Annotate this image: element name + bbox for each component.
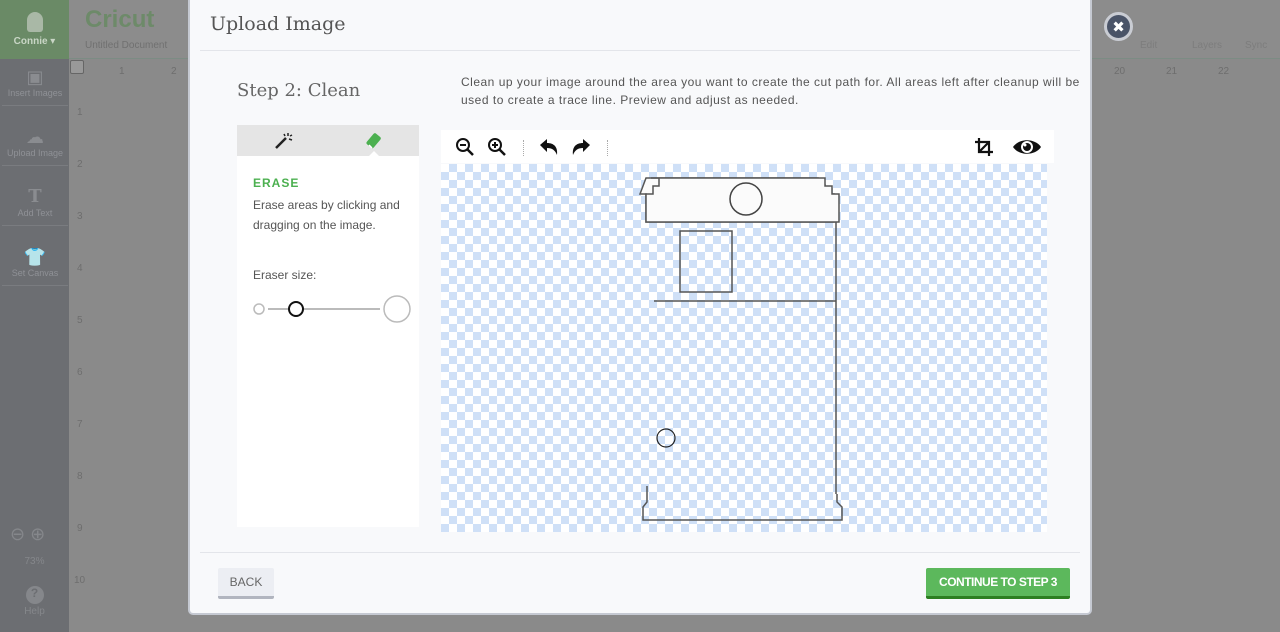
min-size-icon	[253, 303, 265, 315]
divider	[200, 552, 1080, 553]
toolbar-separator	[607, 140, 608, 156]
ruler-label: 4	[77, 263, 83, 274]
cricut-logo: Cricut	[85, 6, 155, 33]
redo-icon	[572, 139, 590, 155]
max-size-icon	[383, 295, 411, 323]
zoom-out-icon[interactable]: ⊖	[10, 524, 25, 544]
preview-eye-icon	[1013, 140, 1041, 154]
ruler-label: 1	[119, 66, 125, 77]
ruler-label: 1	[77, 107, 83, 118]
image-icon: ▣	[26, 67, 44, 87]
tool-panel: ERASE Erase areas by clicking and draggi…	[237, 125, 419, 527]
cloud-upload-icon: ☁	[26, 127, 44, 147]
magic-wand-icon	[274, 132, 292, 149]
slider-knob[interactable]	[288, 301, 304, 317]
user-icon	[26, 12, 43, 32]
image-canvas[interactable]	[441, 164, 1047, 532]
crop-icon	[975, 138, 993, 156]
ruler-label: 9	[77, 523, 83, 534]
label: Insert Images	[7, 88, 63, 98]
sync-button[interactable]: Sync	[1245, 40, 1267, 51]
zoom-in-button[interactable]	[485, 135, 509, 159]
ruler-left: 1 2 3 4 5 6 7 8 9 10	[69, 77, 87, 632]
editor-toolbar	[441, 130, 1054, 163]
layers-button[interactable]: Layers	[1192, 40, 1222, 51]
ruler-label: 10	[74, 575, 86, 586]
help-icon: ?	[25, 586, 44, 604]
zoom-out-icon	[456, 138, 474, 156]
label: Set Canvas	[11, 268, 59, 278]
undo-button[interactable]	[537, 135, 561, 159]
preview-button[interactable]	[1011, 135, 1043, 159]
instructions-text: Clean up your image around the area you …	[461, 75, 1080, 107]
sidebar-item-add-text[interactable]: T Add Text	[2, 186, 68, 226]
ruler-label: 6	[77, 367, 83, 378]
tab-magic-wand[interactable]	[237, 125, 328, 156]
toolbar-separator	[523, 140, 524, 156]
upload-image-dialog: Upload Image Step 2: Clean Clean up your…	[188, 0, 1092, 615]
text-icon: T	[28, 186, 42, 207]
crop-button[interactable]	[972, 135, 996, 159]
label: Upload Image	[6, 148, 64, 158]
help-label: Help	[24, 606, 45, 617]
continue-button[interactable]: CONTINUE TO STEP 3	[926, 568, 1070, 599]
back-button[interactable]: BACK	[218, 568, 274, 599]
tool-tabs	[237, 125, 419, 157]
edit-button[interactable]: Edit	[1140, 40, 1157, 51]
eraser-icon	[365, 132, 381, 149]
ruler-label: 5	[77, 315, 83, 326]
tab-eraser[interactable]	[328, 125, 419, 157]
ruler-label: 20	[1114, 66, 1126, 77]
sidebar-item-insert-images[interactable]: ▣ Insert Images	[2, 66, 68, 106]
sidebar-item-upload-image[interactable]: ☁ Upload Image	[2, 126, 68, 166]
zoom-controls[interactable]: ⊖ ⊕	[10, 524, 45, 545]
image-bottom	[642, 486, 843, 521]
ruler-label: 21	[1166, 66, 1178, 77]
erase-heading: ERASE	[253, 176, 300, 190]
redo-button[interactable]	[569, 135, 593, 159]
divider	[200, 50, 1080, 51]
image-editor	[441, 130, 1054, 532]
sidebar-item-set-canvas[interactable]: 👕 Set Canvas	[2, 246, 68, 286]
eraser-cursor	[656, 428, 676, 448]
user-menu[interactable]: Connie ▾	[0, 0, 69, 59]
label: Add Text	[17, 208, 53, 218]
user-name: Connie	[13, 36, 48, 47]
zoom-in-icon	[488, 138, 506, 156]
eraser-size-label: Eraser size:	[253, 268, 317, 282]
dialog-title: Upload Image	[210, 13, 346, 35]
ruler-label: 2	[77, 159, 83, 170]
ruler-label: 8	[77, 471, 83, 482]
eraser-size-slider[interactable]	[253, 295, 413, 323]
image-rect	[679, 230, 733, 293]
uploaded-image	[638, 177, 843, 521]
document-title: Untitled Document	[85, 40, 168, 51]
step-title: Step 2: Clean	[237, 80, 361, 101]
help-button[interactable]: ? Help	[0, 586, 69, 617]
ruler-label: 2	[171, 66, 177, 77]
zoom-in-icon[interactable]: ⊕	[30, 524, 45, 544]
ruler-label: 7	[77, 419, 83, 430]
ruler-label: 22	[1218, 66, 1230, 77]
undo-icon	[540, 139, 558, 155]
close-dialog-button[interactable]: ✖	[1104, 12, 1133, 41]
close-icon: ✖	[1112, 18, 1125, 36]
erase-description: Erase areas by clicking and dragging on …	[253, 198, 400, 232]
app-sidebar: Connie ▾ ▣ Insert Images ☁ Upload Image TA…	[0, 0, 69, 632]
shirt-icon: 👕	[23, 247, 47, 267]
zoom-level: 73%	[24, 556, 45, 567]
zoom-out-button[interactable]	[453, 135, 477, 159]
image-header	[645, 177, 840, 223]
ruler-label: 3	[77, 211, 83, 222]
